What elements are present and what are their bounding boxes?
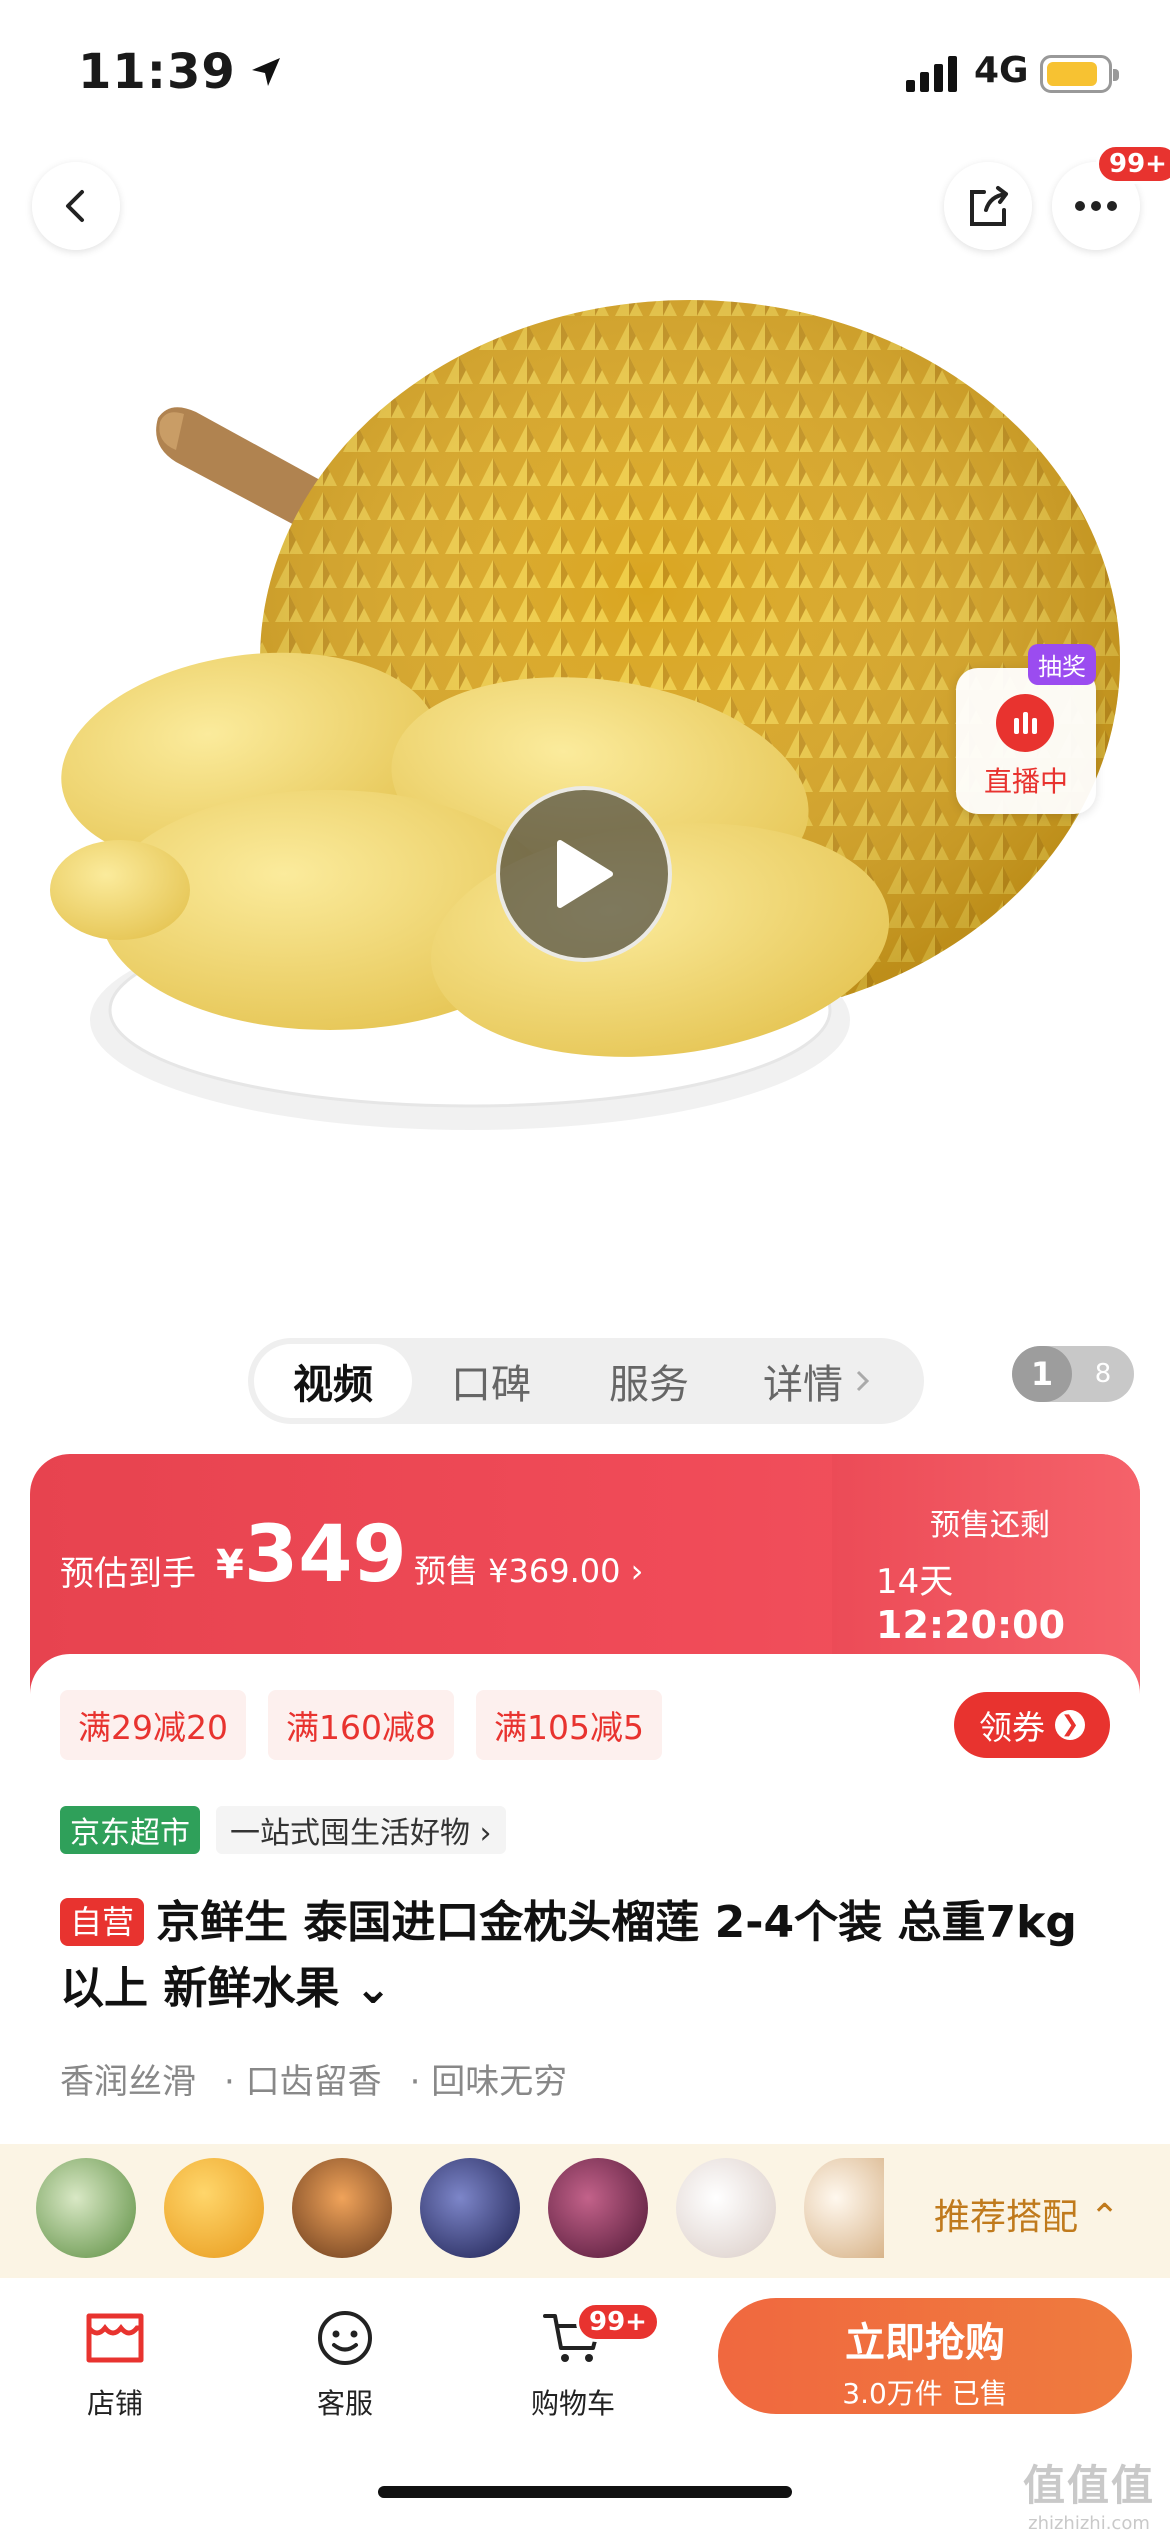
section-tabs: 视频 口碑 服务 详情	[248, 1338, 924, 1424]
sold-count: 3.0万件 已售	[842, 2377, 1008, 2410]
pager-current: 1	[1012, 1346, 1072, 1402]
recommend-thumb[interactable]	[548, 2158, 648, 2258]
store-icon	[86, 2313, 144, 2363]
live-bars-icon	[996, 694, 1054, 752]
tab-service[interactable]: 服务	[570, 1344, 728, 1418]
tab-video[interactable]: 视频	[254, 1344, 412, 1418]
customer-service-button[interactable]: 客服	[280, 2308, 410, 2422]
cellular-signal-icon	[906, 56, 957, 92]
tab-reviews[interactable]: 口碑	[412, 1344, 570, 1418]
pager-total: 8	[1094, 1359, 1112, 1389]
product-info-card: 满29减20 满160减8 满105减5 领券 ❯ 京东超市 一站式囤生活好物 ›…	[30, 1654, 1140, 2174]
product-title[interactable]: 自营 京鲜生 泰国进口金枕头榴莲 2-4个装 总重7kg以上 新鲜水果 ⌄	[60, 1890, 1120, 2022]
share-icon	[970, 186, 1008, 226]
coupon-chip[interactable]: 满105减5	[476, 1690, 662, 1760]
live-label: 直播中	[983, 765, 1068, 798]
watermark: 值值值 zhizhizhi.com	[1014, 2452, 1164, 2532]
self-run-badge: 自营	[60, 1898, 145, 1946]
status-bar: 11:39 4G	[0, 0, 1170, 150]
service-label: 客服	[316, 2387, 373, 2420]
cart-label: 购物车	[530, 2387, 615, 2420]
chat-face-icon	[318, 2311, 372, 2365]
price-amount: 349	[244, 1510, 407, 1600]
shop-button[interactable]: 店铺	[50, 2308, 180, 2422]
chevron-right-icon	[856, 1370, 870, 1392]
feature-item: 香润丝滑	[60, 2062, 196, 2102]
get-coupon-label: 领券	[979, 1708, 1045, 1747]
presale-remaining-label: 预售还剩	[930, 1508, 1050, 1543]
tab-details[interactable]: 详情	[728, 1344, 908, 1418]
store-tag[interactable]: 京东超市	[60, 1806, 200, 1854]
recommend-thumb[interactable]	[164, 2158, 264, 2258]
gallery-pager: 1 8	[1012, 1346, 1134, 1402]
feature-item: · 回味无穷	[409, 2062, 568, 2102]
recommend-thumb[interactable]	[36, 2158, 136, 2258]
watermark-site: zhizhizhi.com	[1028, 2513, 1150, 2532]
buy-now-button[interactable]: 立即抢购 3.0万件 已售	[718, 2298, 1132, 2414]
get-coupon-button[interactable]: 领券 ❯	[954, 1692, 1110, 1758]
product-title-text: 京鲜生 泰国进口金枕头榴莲 2-4个装 总重7kg以上 新鲜水果 ⌄	[60, 1897, 1077, 2014]
countdown-days: 14天	[876, 1562, 954, 1602]
share-button[interactable]	[944, 162, 1032, 250]
recommend-thumb[interactable]	[420, 2158, 520, 2258]
store-slogan-link[interactable]: 一站式囤生活好物 ›	[216, 1806, 506, 1854]
estimate-label: 预估到手	[60, 1554, 196, 1594]
product-detail-page: 11:39 4G 99+ 抽奖 直播中 1 8 视频 口碑 服务 详情 预估到手…	[0, 0, 1170, 2532]
play-video-button[interactable]	[496, 786, 672, 962]
coupon-chip[interactable]: 满160减8	[268, 1690, 454, 1760]
more-dots-icon	[1075, 201, 1117, 211]
back-button[interactable]	[32, 162, 120, 250]
play-icon	[557, 840, 613, 908]
message-badge: 99+	[1096, 144, 1170, 184]
recommend-thumb[interactable]	[676, 2158, 776, 2258]
shop-label: 店铺	[86, 2387, 143, 2420]
network-type: 4G	[974, 50, 1029, 91]
presale-price-link[interactable]: 预售 ¥369.00 ›	[414, 1546, 643, 1592]
home-indicator[interactable]	[378, 2486, 792, 2498]
coupon-chip[interactable]: 满29减20	[60, 1690, 246, 1760]
status-time: 11:39	[78, 44, 236, 100]
chevron-left-icon	[66, 190, 84, 222]
recommend-thumb[interactable]	[804, 2158, 884, 2258]
tab-details-label: 详情	[763, 1362, 843, 1408]
feature-item: · 口齿留香	[224, 2062, 382, 2102]
product-gallery[interactable]: 99+ 抽奖 直播中 1 8	[0, 144, 1170, 1402]
cart-button[interactable]: 购物车 99+	[508, 2302, 660, 2422]
recommend-thumb[interactable]	[292, 2158, 392, 2258]
more-button[interactable]: 99+	[1052, 144, 1170, 250]
countdown: 14天 12:20:00	[876, 1554, 1140, 1647]
countdown-time: 12:20:00	[876, 1603, 1066, 1647]
location-arrow-icon	[252, 58, 280, 86]
recommend-label[interactable]: 推荐搭配 ⌃	[934, 2188, 1120, 2240]
cart-badge: 99+	[576, 2302, 660, 2342]
live-stream-widget[interactable]: 抽奖 直播中	[956, 644, 1096, 814]
recommend-strip[interactable]: 推荐搭配 ⌃	[0, 2144, 1170, 2278]
arrow-right-icon: ❯	[1055, 1710, 1085, 1740]
currency-symbol: ¥	[216, 1542, 244, 1588]
lottery-badge: 抽奖	[1028, 644, 1096, 685]
product-features: 香润丝滑 · 口齿留香 · 回味无穷	[60, 2054, 567, 2103]
watermark-logo: 值值值	[1022, 2461, 1155, 2510]
buy-now-label: 立即抢购	[845, 2320, 1005, 2366]
battery-icon	[1040, 55, 1119, 93]
